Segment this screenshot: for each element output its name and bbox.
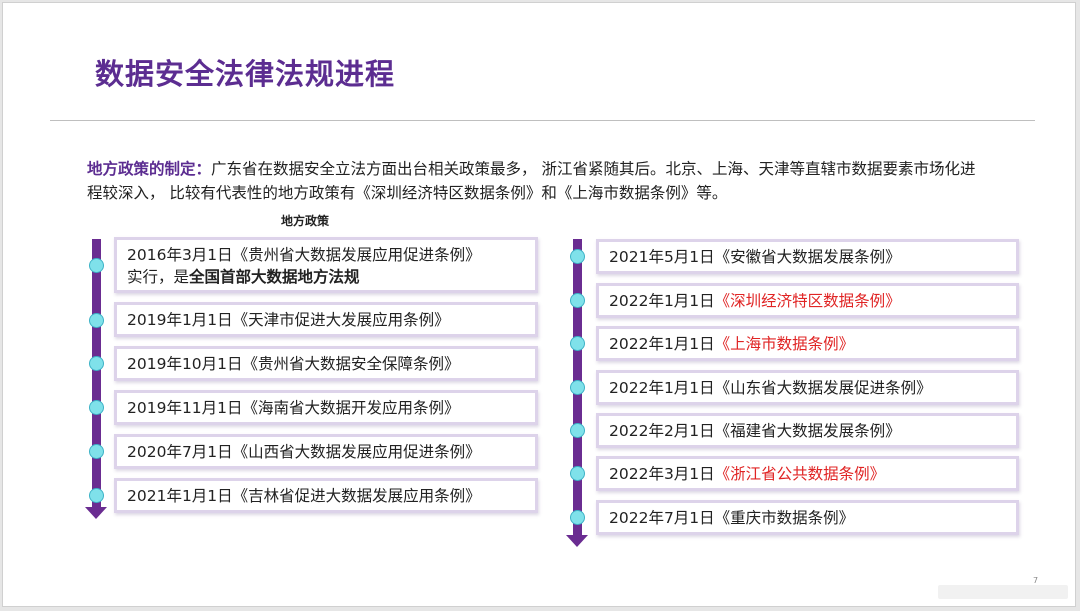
item-date: 2022年7月1日 <box>609 509 715 527</box>
left-timeline-item: 2016年3月1日《贵州省大数据发展应用促进条例》 实行，是全国首部大数据地方法… <box>114 237 538 293</box>
item-name: 《安徽省大数据发展条例》 <box>714 248 901 266</box>
item-date: 2021年1月1日 <box>127 487 233 505</box>
right-timeline-item: 2022年1月1日《山东省大数据发展促进条例》 <box>596 370 1019 405</box>
item-date: 2022年3月1日 <box>609 465 715 483</box>
timeline-dot-icon <box>570 466 585 481</box>
right-timeline-item: 2022年1月1日《上海市数据条例》 <box>596 326 1019 361</box>
right-timeline-item: 2022年3月1日《浙江省公共数据条例》 <box>596 456 1019 491</box>
item-text-line1: 2016年3月1日《贵州省大数据发展应用促进条例》 <box>127 246 481 264</box>
item-name: 《海南省大数据开发应用条例》 <box>242 399 460 417</box>
item-text-line2: 实行，是 <box>127 268 190 286</box>
item-name-highlight: 《深圳经济特区数据条例》 <box>714 292 901 310</box>
item-name: 《吉林省促进大数据发展应用条例》 <box>232 487 481 505</box>
page-title: 数据安全法律法规进程 <box>95 57 396 91</box>
intro-body: 广东省在数据安全立法方面出台相关政策最多， 浙江省紧随其后。北京、上海、天津等直… <box>87 160 976 202</box>
page-number: 7 <box>1033 576 1039 585</box>
left-timeline-item: 2021年1月1日《吉林省促进大数据发展应用条例》 <box>114 478 538 513</box>
timeline-dot-icon <box>89 488 104 503</box>
right-timeline-arrow-icon <box>566 535 588 547</box>
item-name: 《山西省大数据发展应用促进条例》 <box>232 443 481 461</box>
timeline-dot-icon <box>89 356 104 371</box>
item-name-highlight: 《上海市数据条例》 <box>714 335 855 353</box>
left-timeline-item: 2019年1月1日《天津市促进大发展应用条例》 <box>114 302 538 337</box>
timeline-dot-icon <box>89 444 104 459</box>
timeline-dot-icon <box>570 249 585 264</box>
item-date: 2022年1月1日 <box>609 379 715 397</box>
item-date: 2019年10月1日 <box>127 355 243 373</box>
item-date: 2019年11月1日 <box>127 399 243 417</box>
timeline-dot-icon <box>89 258 104 273</box>
right-timeline-item: 2022年1月1日《深圳经济特区数据条例》 <box>596 283 1019 318</box>
watermark-bar <box>938 585 1068 599</box>
item-date: 2021年5月1日 <box>609 248 715 266</box>
item-text-emphasis: 全国首部大数据地方法规 <box>189 268 360 286</box>
right-timeline-item: 2022年7月1日《重庆市数据条例》 <box>596 500 1019 535</box>
item-name: 《重庆市数据条例》 <box>714 509 855 527</box>
intro-paragraph: 地方政策的制定：广东省在数据安全立法方面出台相关政策最多， 浙江省紧随其后。北京… <box>87 157 987 205</box>
item-date: 2019年1月1日 <box>127 311 233 329</box>
item-date: 2020年7月1日 <box>127 443 233 461</box>
left-timeline-item: 2019年11月1日《海南省大数据开发应用条例》 <box>114 390 538 425</box>
left-timeline-line <box>92 239 101 507</box>
title-divider <box>50 120 1035 121</box>
item-name: 《贵州省大数据安全保障条例》 <box>242 355 460 373</box>
item-date: 2022年1月1日 <box>609 292 715 310</box>
intro-lead: 地方政策的制定： <box>87 160 212 178</box>
item-date: 2022年1月1日 <box>609 335 715 353</box>
right-timeline-item: 2021年5月1日《安徽省大数据发展条例》 <box>596 239 1019 274</box>
left-timeline-item: 2019年10月1日《贵州省大数据安全保障条例》 <box>114 346 538 381</box>
item-name: 《天津市促进大发展应用条例》 <box>232 311 450 329</box>
slide: 数据安全法律法规进程 地方政策的制定：广东省在数据安全立法方面出台相关政策最多，… <box>2 2 1076 607</box>
item-date: 2022年2月1日 <box>609 422 715 440</box>
item-name: 《福建省大数据发展条例》 <box>714 422 901 440</box>
item-name-highlight: 《浙江省公共数据条例》 <box>714 465 886 483</box>
left-timeline-item: 2020年7月1日《山西省大数据发展应用促进条例》 <box>114 434 538 469</box>
timeline-dot-icon <box>89 400 104 415</box>
timeline-dot-icon <box>570 423 585 438</box>
timeline-dot-icon <box>89 313 104 328</box>
right-timeline-item: 2022年2月1日《福建省大数据发展条例》 <box>596 413 1019 448</box>
timeline-dot-icon <box>570 380 585 395</box>
timeline-dot-icon <box>570 510 585 525</box>
timeline-dot-icon <box>570 293 585 308</box>
timeline-dot-icon <box>570 336 585 351</box>
item-name: 《山东省大数据发展促进条例》 <box>714 379 932 397</box>
section-subhead: 地方政策 <box>281 214 330 228</box>
left-timeline-arrow-icon <box>85 507 107 519</box>
